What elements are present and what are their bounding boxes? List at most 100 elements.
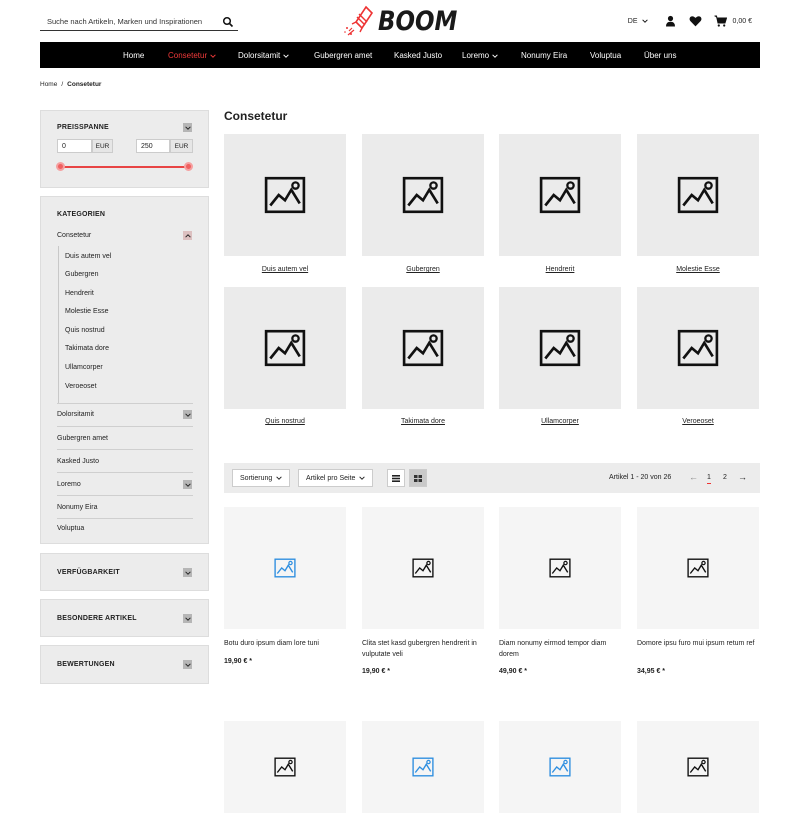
subcategory-tile-label[interactable]: Hendrerit — [499, 266, 621, 273]
nav-item-voluptua[interactable]: Voluptua — [590, 51, 621, 60]
image-placeholder-icon — [272, 756, 298, 778]
subcategory-tile-label[interactable]: Ullamcorper — [499, 418, 621, 425]
nav-item-label: Consetetur — [168, 51, 208, 60]
sort-dropdown[interactable]: Sortierung — [232, 469, 291, 487]
product-image[interactable] — [499, 507, 621, 629]
list-view-button[interactable] — [387, 469, 405, 487]
next-page-arrow-icon[interactable]: → — [738, 472, 747, 482]
page-link-current[interactable]: 1 — [707, 474, 711, 484]
breadcrumb: Home / Consetetur — [40, 81, 101, 88]
availability-filter-title: VERFÜGBARKEIT — [57, 569, 120, 576]
category-expand-toggle[interactable] — [183, 480, 192, 489]
availability-toggle[interactable] — [183, 568, 192, 577]
product-name[interactable]: Botu duro ipsum diam lore tuni — [224, 638, 346, 649]
category-expand-toggle[interactable] — [183, 410, 192, 419]
subcategory-item[interactable]: Ullamcorper — [65, 364, 103, 371]
chevron-down-icon — [642, 19, 648, 23]
nav-item-gubergren-amet[interactable]: Gubergren amet — [314, 51, 372, 60]
subcategory-item[interactable]: Veroeoset — [65, 383, 97, 390]
nav-item-label: Loremo — [462, 51, 490, 60]
divider — [57, 403, 193, 404]
category-item[interactable]: Kasked Justo — [57, 458, 99, 465]
nav-item-kasked-justo[interactable]: Kasked Justo — [394, 51, 442, 60]
product-image[interactable] — [362, 721, 484, 813]
user-icon[interactable] — [664, 15, 677, 27]
sort-label: Sortierung — [240, 474, 273, 482]
category-item[interactable]: Voluptua — [57, 525, 84, 532]
product-price: 34,95 € * — [637, 668, 666, 675]
divider — [57, 495, 193, 496]
subcategory-item[interactable]: Molestie Esse — [65, 308, 109, 315]
price-collapse-toggle[interactable] — [183, 123, 192, 132]
subcategory-tile-label[interactable]: Quis nostrud — [224, 418, 346, 425]
nav-item-nonumy-eira[interactable]: Nonumy Eira — [521, 51, 567, 60]
subcategory-tile-image[interactable] — [637, 287, 759, 409]
nav-item-dolorsitamit[interactable]: Dolorsitamit — [238, 51, 289, 60]
nav-item-label: Dolorsitamit — [238, 51, 281, 60]
subcategory-tile-image[interactable] — [224, 134, 346, 256]
chevron-down-icon — [185, 663, 191, 667]
price-max-input[interactable]: 250 — [136, 139, 170, 153]
category-collapse-toggle[interactable] — [183, 231, 192, 240]
special-items-filter-title: BESONDERE ARTIKEL — [57, 615, 137, 622]
product-image[interactable] — [224, 507, 346, 629]
grid-view-button[interactable] — [409, 469, 427, 487]
subcategory-tile-label[interactable]: Molestie Esse — [637, 266, 759, 273]
subcategory-item[interactable]: Quis nostrud — [65, 327, 105, 334]
subcategory-tile-image[interactable] — [499, 287, 621, 409]
cart-icon[interactable] — [714, 15, 727, 27]
chevron-down-icon — [185, 617, 191, 621]
cart-total[interactable]: 0,00 € — [733, 18, 752, 25]
nav-item-ueber-uns[interactable]: Über uns — [644, 51, 676, 60]
category-item[interactable]: Gubergren amet — [57, 435, 108, 442]
breadcrumb-home[interactable]: Home — [40, 81, 57, 88]
subcategory-list — [58, 246, 193, 404]
subcategory-tile-label[interactable]: Takimata dore — [362, 418, 484, 425]
nav-item-home[interactable]: Home — [123, 51, 144, 60]
price-slider-track[interactable] — [61, 166, 189, 168]
nav-item-consetetur[interactable]: Consetetur — [168, 51, 216, 60]
product-name[interactable]: Diam nonumy eirmod tempor diam dorem — [499, 638, 621, 660]
subcategory-tile-image[interactable] — [362, 134, 484, 256]
search-icon[interactable] — [222, 16, 234, 28]
prev-page-arrow-icon[interactable]: ← — [689, 472, 698, 482]
price-slider-min-handle[interactable] — [56, 162, 65, 171]
subcategory-item[interactable]: Hendrerit — [65, 290, 94, 297]
subcategory-tile-label[interactable]: Duis autem vel — [224, 266, 346, 273]
product-name[interactable]: Clita stet kasd gubergren hendrerit in v… — [362, 638, 484, 660]
heart-icon[interactable] — [689, 15, 702, 27]
product-image[interactable] — [224, 721, 346, 813]
image-placeholder-icon — [547, 557, 573, 579]
search-input[interactable]: Suche nach Artikeln, Marken und Inspirat… — [40, 13, 238, 31]
language-selector[interactable]: DE — [628, 18, 648, 25]
chevron-down-icon — [185, 126, 191, 130]
product-image[interactable] — [499, 721, 621, 813]
product-name[interactable]: Domore ipsu furo mui ipsum retum ref — [637, 638, 759, 649]
product-image[interactable] — [637, 507, 759, 629]
price-slider-max-handle[interactable] — [184, 162, 193, 171]
special-items-toggle[interactable] — [183, 614, 192, 623]
category-item[interactable]: Dolorsitamit — [57, 411, 94, 418]
price-min-input[interactable]: 0 — [57, 139, 92, 153]
ratings-toggle[interactable] — [183, 660, 192, 669]
category-item[interactable]: Loremo — [57, 481, 81, 488]
nav-item-loremo[interactable]: Loremo — [462, 51, 498, 60]
category-active[interactable]: Consetetur — [57, 232, 91, 239]
per-page-dropdown[interactable]: Artikel pro Seite — [298, 469, 374, 487]
chevron-down-icon — [185, 571, 191, 575]
subcategory-item[interactable]: Gubergren — [65, 271, 98, 278]
subcategory-tile-image[interactable] — [224, 287, 346, 409]
subcategory-tile-label[interactable]: Gubergren — [362, 266, 484, 273]
subcategory-tile-image[interactable] — [499, 134, 621, 256]
subcategory-tile-image[interactable] — [637, 134, 759, 256]
logo[interactable]: BOOM — [342, 4, 457, 40]
subcategory-item[interactable]: Duis autem vel — [65, 253, 111, 260]
product-image[interactable] — [637, 721, 759, 813]
subcategory-tile-label[interactable]: Veroeoset — [637, 418, 759, 425]
category-item[interactable]: Nonumy Eira — [57, 504, 97, 511]
product-price: 19,90 € * — [362, 668, 391, 675]
page-link[interactable]: 2 — [723, 474, 727, 481]
subcategory-tile-image[interactable] — [362, 287, 484, 409]
subcategory-item[interactable]: Takimata dore — [65, 345, 109, 352]
product-image[interactable] — [362, 507, 484, 629]
